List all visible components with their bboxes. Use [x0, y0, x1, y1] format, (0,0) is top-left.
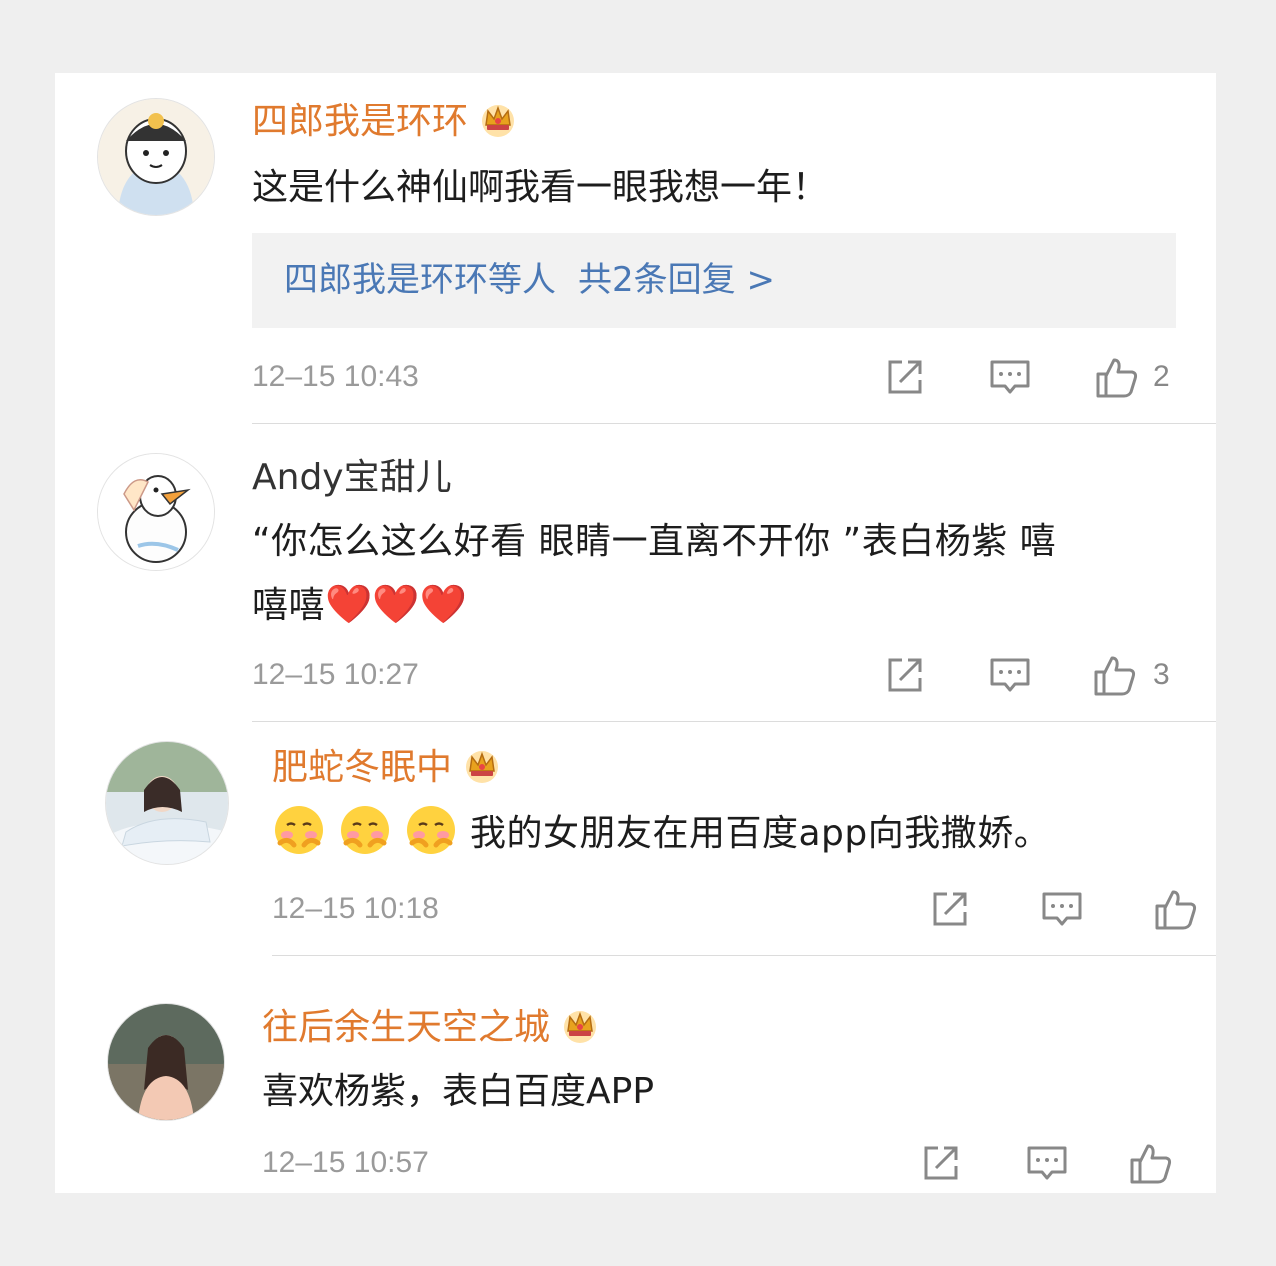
comment-icon[interactable]	[987, 354, 1033, 400]
comment-item: 四郎我是环环 这是什么神仙啊我看一眼我想一年！ 四郎我是环环等人 共2条回复 > …	[55, 73, 1216, 425]
username[interactable]: 四郎我是环环	[252, 99, 518, 144]
heart-emoji: ❤️❤️❤️	[325, 582, 467, 626]
like-count: 2	[1153, 360, 1170, 393]
comment-icon[interactable]	[1039, 886, 1085, 932]
username[interactable]: Andy宝甜儿	[252, 456, 452, 500]
comment-text: 这是什么神仙啊我看一眼我想一年！	[252, 167, 829, 208]
username[interactable]: 往后余生天空之城	[262, 1005, 600, 1050]
avatar-cartoon-icon	[98, 99, 214, 215]
blush-emoji-icon	[404, 803, 458, 857]
vip-crown-icon	[478, 99, 518, 139]
share-icon[interactable]	[882, 652, 928, 698]
comment-item: Andy宝甜儿 “你怎么这么好看 眼睛一直离不开你 ”表白杨紫 嘻 嘻嘻❤️❤️…	[55, 425, 1216, 721]
comment-meta: 12–15 10:57	[262, 1140, 1216, 1190]
like-count: 3	[1153, 658, 1170, 691]
replies-box[interactable]: 四郎我是环环等人 共2条回复 >	[252, 233, 1176, 328]
thumbs-up-icon[interactable]	[1128, 1140, 1174, 1186]
comment-icon[interactable]	[1024, 1140, 1070, 1186]
replies-count-link[interactable]: 共2条回复 >	[578, 260, 775, 300]
comment-list: 四郎我是环环 这是什么神仙啊我看一眼我想一年！ 四郎我是环环等人 共2条回复 > …	[55, 73, 1216, 1193]
avatar[interactable]	[105, 741, 229, 865]
comment-icon[interactable]	[987, 652, 1033, 698]
timestamp: 12–15 10:18	[272, 892, 439, 925]
comment-meta: 12–15 10:43 2	[252, 354, 1216, 404]
avatar-photo-icon	[106, 742, 228, 864]
comment-text: 我的女朋友在用百度app向我撒娇。	[272, 803, 1050, 865]
comment-meta: 12–15 10:27 3	[252, 652, 1216, 702]
replies-users[interactable]: 四郎我是环环等人	[284, 260, 556, 300]
share-icon[interactable]	[927, 886, 973, 932]
thumbs-up-icon[interactable]	[1153, 886, 1199, 932]
comment-meta: 12–15 10:18	[272, 886, 1216, 936]
vip-crown-icon	[462, 745, 502, 785]
avatar[interactable]	[97, 98, 215, 216]
divider	[252, 423, 1216, 424]
timestamp: 12–15 10:57	[262, 1146, 429, 1179]
avatar-photo-icon	[108, 1004, 224, 1120]
timestamp: 12–15 10:43	[252, 360, 419, 393]
divider	[272, 955, 1216, 956]
timestamp: 12–15 10:27	[252, 658, 419, 691]
avatar[interactable]	[107, 1003, 225, 1121]
comment-item: 肥蛇冬眠中 我的女朋友在用百度app向我撒娇。 12–15 10:18	[55, 721, 1216, 957]
comment-text: 喜欢杨紫，表白百度APP	[262, 1071, 655, 1112]
avatar-goose-icon	[98, 454, 214, 570]
comment-item: 往后余生天空之城 喜欢杨紫，表白百度APP 12–15 10:57	[55, 957, 1216, 1193]
avatar[interactable]	[97, 453, 215, 571]
vip-crown-icon	[560, 1005, 600, 1045]
share-icon[interactable]	[918, 1140, 964, 1186]
thumbs-up-icon[interactable]	[1094, 354, 1140, 400]
blush-emoji-icon	[338, 803, 392, 857]
thumbs-up-icon[interactable]	[1092, 652, 1138, 698]
blush-emoji-icon	[272, 803, 326, 857]
username[interactable]: 肥蛇冬眠中	[272, 745, 502, 790]
comment-text: “你怎么这么好看 眼睛一直离不开你 ”表白杨紫 嘻 嘻嘻❤️❤️❤️	[252, 521, 1057, 626]
share-icon[interactable]	[882, 354, 928, 400]
